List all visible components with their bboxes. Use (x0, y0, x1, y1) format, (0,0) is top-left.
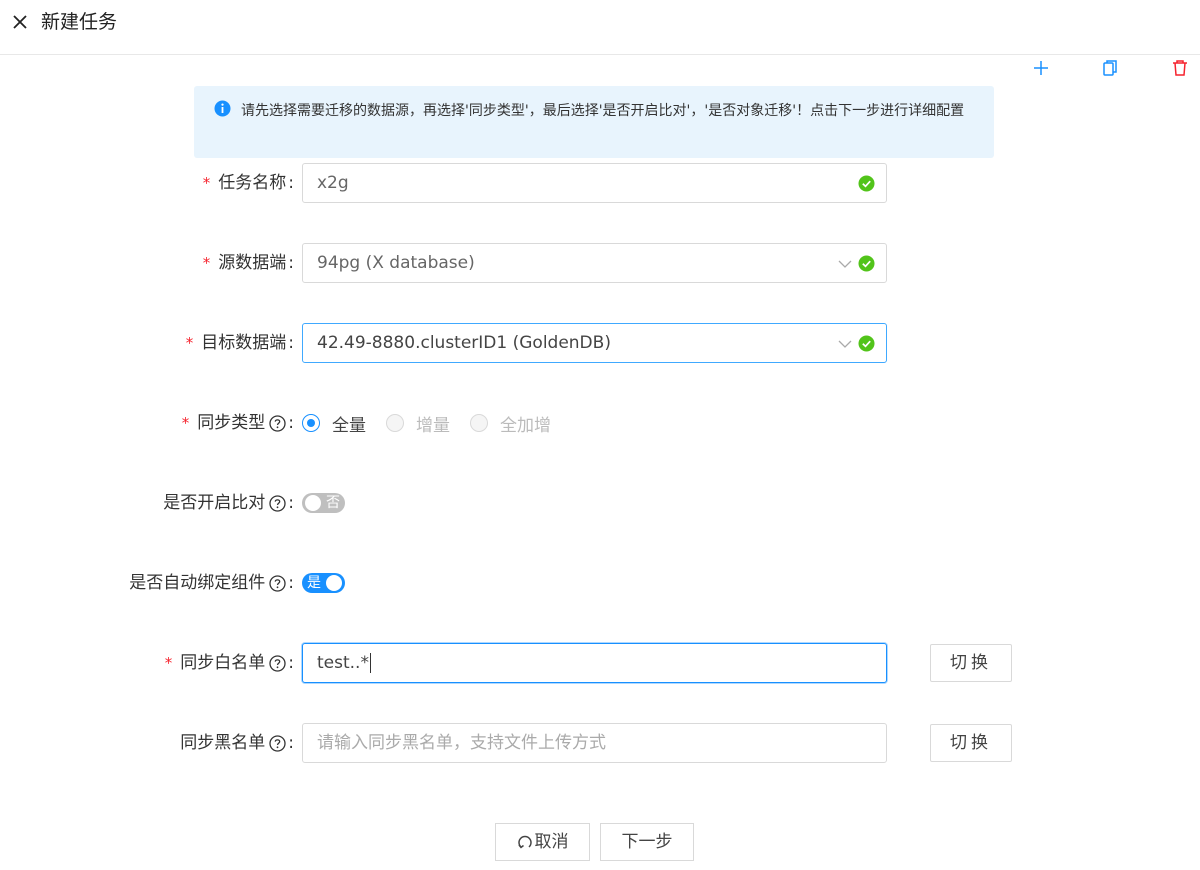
check-circle-icon (858, 175, 875, 192)
undo-icon (517, 835, 532, 849)
page-header: 新建任务 (0, 0, 1200, 55)
alert-text: 请先选择需要迁移的数据源，再选择'同步类型'，最后选择'是否开启比对'，'是否对… (241, 103, 965, 119)
task-name-input[interactable]: x2g (302, 163, 887, 203)
check-circle-icon (858, 255, 875, 272)
whitelist-row: * 同步白名单 : test..* 切换 (0, 643, 1200, 683)
auto-bind-switch[interactable]: 是 (302, 573, 345, 593)
compare-label: 是否开启比对 : (163, 493, 294, 513)
text-caret (369, 653, 371, 673)
auto-bind-label: 是否自动绑定组件 : (129, 573, 294, 593)
sync-type-row: * 同步类型 : 全量 增量 全加增 (0, 403, 1200, 443)
required-mark: * (164, 654, 173, 672)
blacklist-input[interactable]: 请输入同步黑名单，支持文件上传方式 (302, 723, 887, 763)
radio-dot (302, 414, 320, 432)
compare-switch[interactable]: 否 (302, 493, 345, 513)
info-alert: 请先选择需要迁移的数据源，再选择'同步类型'，最后选择'是否开启比对'，'是否对… (194, 86, 994, 158)
required-mark: * (181, 414, 190, 432)
close-icon[interactable] (10, 12, 30, 32)
chevron-down-icon (838, 340, 852, 348)
check-circle-icon (858, 335, 875, 352)
sync-type-radio-group: 全量 增量 全加增 (302, 403, 571, 443)
auto-bind-row: 是否自动绑定组件 : 是 (0, 563, 1200, 603)
info-icon (214, 100, 231, 117)
sync-type-label: * 同步类型 : (182, 403, 294, 443)
whitelist-input[interactable]: test..* (302, 643, 887, 683)
task-name-row: * 任务名称: x2g (0, 163, 1200, 203)
task-name-label: * 任务名称: (203, 163, 294, 203)
cancel-button[interactable]: 取消 (495, 823, 590, 861)
delete-icon[interactable] (1170, 58, 1190, 78)
radio-dot (470, 414, 488, 432)
blacklist-row: 同步黑名单 : 请输入同步黑名单，支持文件上传方式 切换 (0, 723, 1200, 763)
question-icon[interactable] (269, 734, 286, 752)
next-button[interactable]: 下一步 (600, 823, 694, 861)
plus-icon[interactable] (1031, 58, 1051, 78)
whitelist-label: * 同步白名单 : (165, 643, 294, 683)
question-icon[interactable] (269, 574, 286, 592)
page-title: 新建任务 (41, 11, 118, 33)
radio-full[interactable]: 全量 (302, 411, 366, 436)
target-label: * 目标数据端: (186, 323, 294, 363)
source-select[interactable]: 94pg (X database) (302, 243, 887, 283)
radio-full-plus-incremental[interactable]: 全加增 (470, 411, 551, 436)
whitelist-switch-button[interactable]: 切换 (930, 644, 1012, 682)
copy-icon[interactable] (1100, 58, 1120, 78)
source-row: * 源数据端: 94pg (X database) (0, 243, 1200, 283)
question-icon[interactable] (269, 414, 286, 432)
question-icon[interactable] (269, 654, 286, 672)
blacklist-label: 同步黑名单 : (180, 733, 294, 753)
required-mark: * (185, 334, 194, 352)
radio-incremental[interactable]: 增量 (386, 411, 450, 436)
required-mark: * (202, 254, 211, 272)
source-label: * 源数据端: (203, 243, 294, 283)
radio-dot (386, 414, 404, 432)
chevron-down-icon (838, 260, 852, 268)
question-icon[interactable] (269, 494, 286, 512)
required-mark: * (202, 174, 211, 192)
switch-knob (305, 495, 321, 511)
target-select[interactable]: 42.49-8880.clusterID1 (GoldenDB) (302, 323, 887, 363)
compare-row: 是否开启比对 : 否 (0, 483, 1200, 523)
blacklist-switch-button[interactable]: 切换 (930, 724, 1012, 762)
target-row: * 目标数据端: 42.49-8880.clusterID1 (GoldenDB… (0, 323, 1200, 363)
switch-knob (326, 575, 342, 591)
